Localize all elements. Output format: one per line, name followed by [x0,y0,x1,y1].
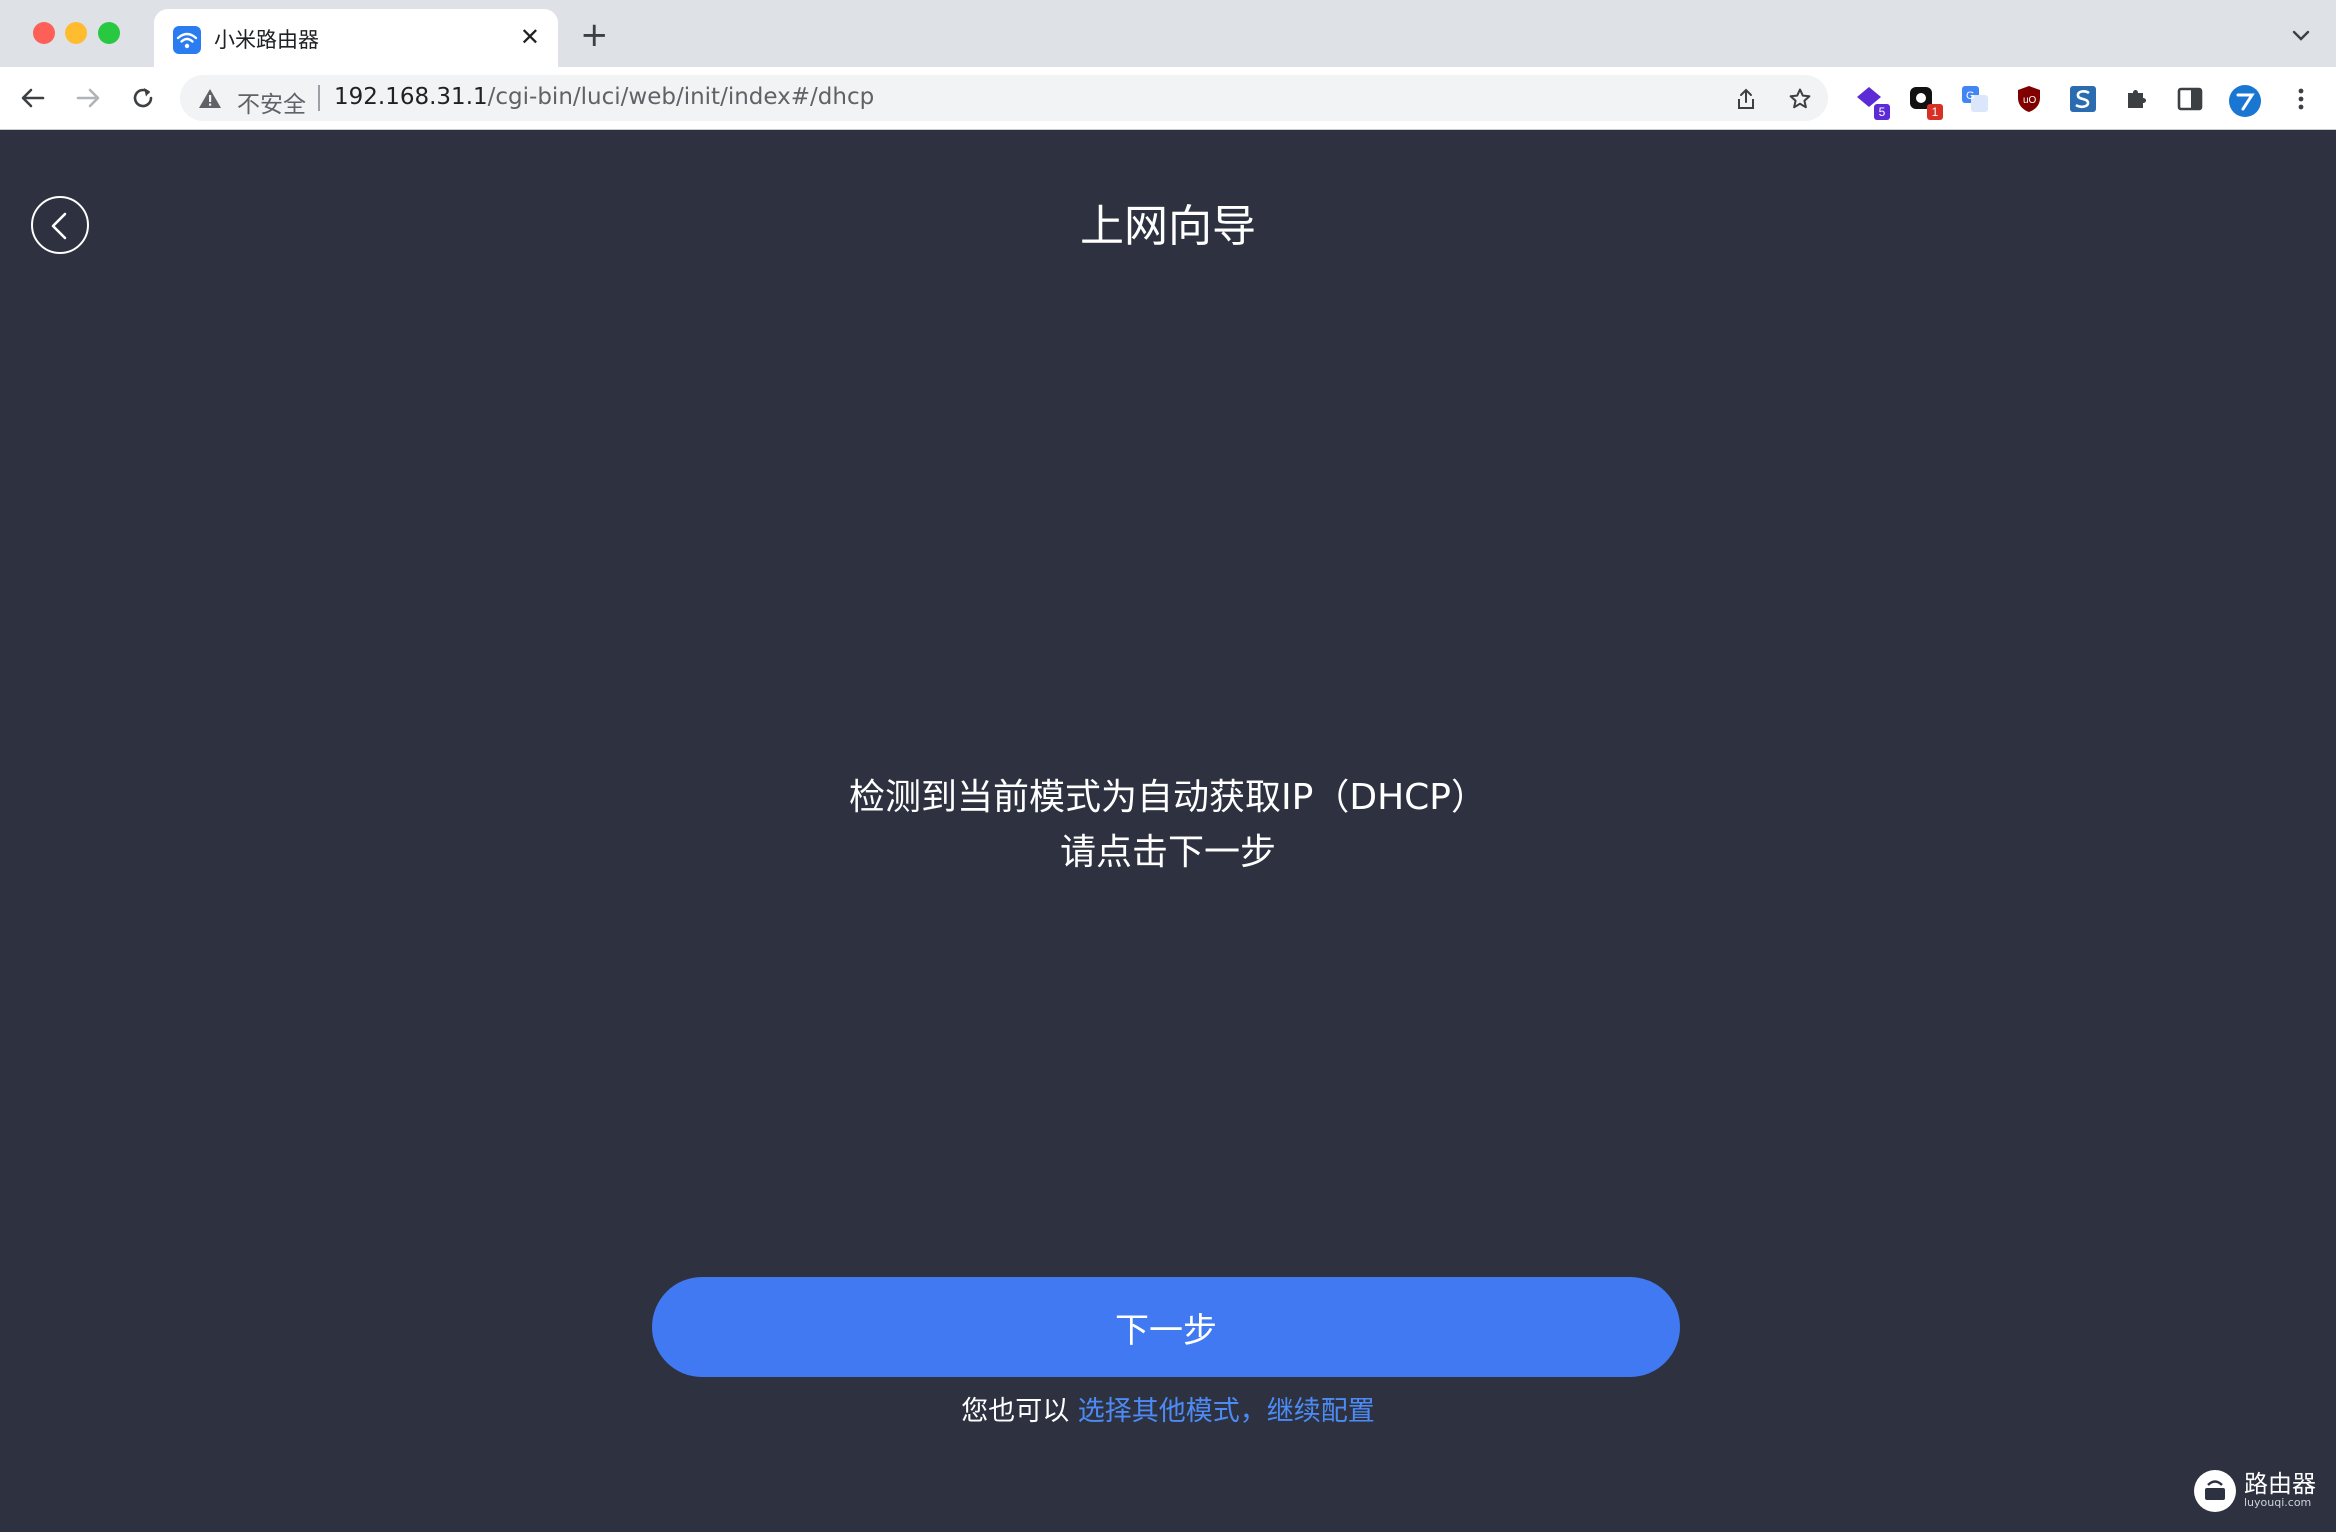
router-logo-icon [2194,1470,2236,1512]
translate-icon[interactable]: G [1960,84,1990,114]
warning-icon[interactable] [198,87,222,109]
tab-title: 小米路由器 [214,28,319,52]
watermark-text: 路由器 [2244,1470,2316,1498]
close-tab-icon[interactable]: ✕ [520,22,540,52]
page-title: 上网向导 [1080,201,1256,252]
extension-icon[interactable]: 5 [1854,84,1890,120]
instruction-message: 请点击下一步 [1059,832,1276,873]
extension-badge: 5 [1874,104,1890,120]
share-icon[interactable] [1734,87,1758,111]
window-minimize-button[interactable] [65,22,87,44]
detection-message: 检测到当前模式为自动获取IP（DHCP） [849,777,1487,818]
hint-prefix: 您也可以 [961,1396,1078,1427]
watermark: 路由器 luyouqi.com [2194,1468,2316,1514]
extension-icon[interactable]: 1 [1907,84,1943,120]
back-arrow-icon[interactable] [18,83,48,113]
next-step-button[interactable]: 下一步 [652,1277,1680,1377]
url-text[interactable]: 192.168.31.1/cgi-bin/luci/web/init/index… [334,84,874,110]
reload-icon[interactable] [128,83,158,113]
browser-tab-active[interactable]: 小米路由器 ✕ [154,9,558,67]
address-separator [318,85,320,111]
address-bar[interactable]: 不安全 192.168.31.1/cgi-bin/luci/web/init/i… [180,75,1828,121]
choose-other-mode-link[interactable]: 选择其他模式，继续配置 [1078,1396,1375,1427]
svg-text:uO: uO [2023,95,2037,106]
setup-wizard-page: 上网向导 检测到当前模式为自动获取IP（DHCP） 请点击下一步 下一步 您也可… [0,130,2336,1532]
watermark-sub: luyouqi.com [2244,1496,2312,1509]
window-zoom-button[interactable] [98,22,120,44]
bookmark-star-icon[interactable] [1788,87,1812,111]
side-panel-icon[interactable] [2175,84,2205,114]
url-path: /cgi-bin/luci/web/init/index#/dhcp [487,84,875,110]
shield-icon[interactable]: uO [2014,84,2044,114]
alternative-hint: 您也可以 选择其他模式，继续配置 [0,1389,2336,1428]
extension-badge: 1 [1927,104,1943,120]
svg-text:G: G [1966,90,1975,102]
new-tab-button[interactable]: + [580,18,609,52]
profile-avatar[interactable] [2228,84,2261,117]
security-label[interactable]: 不安全 [237,85,306,119]
wifi-icon [173,26,201,54]
chevron-down-icon[interactable] [2290,24,2312,46]
browser-tab-bar: 小米路由器 ✕ + [0,0,2336,67]
browser-toolbar: 不安全 192.168.31.1/cgi-bin/luci/web/init/i… [0,67,2336,130]
url-host: 192.168.31.1 [334,84,488,110]
s-extension-icon[interactable] [2068,84,2098,114]
more-menu-icon[interactable] [2286,84,2316,114]
window-close-button[interactable] [33,22,55,44]
puzzle-icon[interactable] [2122,84,2152,114]
forward-arrow-icon[interactable] [73,83,103,113]
